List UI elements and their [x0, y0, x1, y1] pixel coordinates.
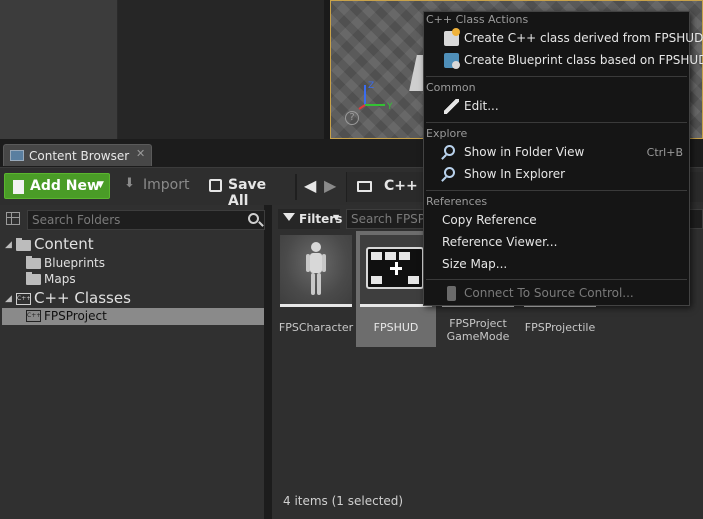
menu-separator	[426, 122, 687, 123]
folder-tree-panel: ◢ Content Blueprints Maps ◢ C++ C++ Clas…	[0, 205, 268, 519]
viewport-left-panel	[0, 0, 118, 139]
import-button[interactable]: ⬇ Import	[122, 176, 192, 198]
folder-icon	[26, 256, 41, 269]
toolbar-separator	[295, 174, 297, 200]
menu-separator	[426, 76, 687, 77]
asset-thumbnail	[360, 235, 432, 307]
tree-item-label: Blueprints	[44, 256, 106, 270]
add-new-label: Add New	[30, 178, 100, 194]
import-label: Import	[143, 177, 190, 193]
asset-tile-fpscharacter[interactable]: FPSCharacter	[276, 231, 356, 347]
asset-name: FPSProject GameMode	[446, 317, 510, 343]
filters-button[interactable]: Filters ▼	[278, 209, 342, 229]
search-icon[interactable]	[248, 213, 259, 224]
viewport-preview-panel	[118, 0, 324, 139]
character-mannequin-icon	[306, 242, 326, 295]
add-new-button[interactable]: Add New ▼	[4, 173, 110, 199]
menu-item-label: Size Map...	[442, 257, 508, 271]
close-icon[interactable]: ✕	[136, 147, 145, 160]
help-icon[interactable]: ?	[345, 111, 359, 125]
hud-class-icon	[366, 247, 424, 289]
menu-heading-class-actions: C++ Class Actions	[426, 13, 529, 26]
tree-item-maps[interactable]: Maps	[2, 271, 264, 288]
filter-icon	[283, 213, 295, 221]
menu-separator	[426, 279, 687, 280]
menu-item-label: Create Blueprint class based on FPSHUD	[464, 53, 703, 67]
tree-item-content[interactable]: ◢ Content	[2, 235, 264, 254]
menu-item-shortcut: Ctrl+B	[646, 146, 683, 159]
folder-icon	[357, 181, 372, 192]
menu-item-label: Show in Folder View	[464, 145, 585, 159]
sources-panel-icon[interactable]	[6, 212, 20, 225]
context-menu: C++ Class Actions Create C++ class deriv…	[423, 11, 703, 306]
plug-icon	[447, 286, 456, 301]
menu-item-show-in-folder-view[interactable]: Show in Folder View Ctrl+B	[426, 142, 687, 163]
arrow-right-icon: ▶	[324, 176, 337, 195]
tab-content-browser[interactable]: Content Browser ✕	[3, 144, 152, 166]
search-icon	[444, 145, 455, 156]
cpp-classes-icon: C++	[16, 293, 31, 305]
edit-icon	[444, 99, 459, 114]
folder-search-box[interactable]	[27, 210, 265, 230]
menu-separator	[426, 190, 687, 191]
menu-item-size-map[interactable]: Size Map...	[426, 254, 687, 275]
menu-item-label: Reference Viewer...	[442, 235, 558, 249]
expand-arrow-icon[interactable]: ◢	[5, 240, 12, 250]
asset-name: FPSProjectile	[524, 321, 596, 334]
menu-item-create-cpp-class[interactable]: Create C++ class derived from FPSHUD	[426, 28, 703, 49]
asset-thumbnail	[280, 235, 352, 307]
search-icon	[444, 167, 455, 178]
tree-item-label: C++ Classes	[34, 289, 131, 307]
back-button[interactable]: ◀	[304, 176, 316, 195]
menu-item-reference-viewer[interactable]: Reference Viewer...	[426, 232, 687, 253]
asset-name: FPSHUD	[373, 321, 419, 334]
chevron-down-icon: ▼	[97, 180, 104, 190]
tree-item-label: Maps	[44, 272, 76, 286]
menu-item-label: Create C++ class derived from FPSHUD	[464, 31, 703, 45]
menu-item-show-in-explorer[interactable]: Show In Explorer	[426, 164, 687, 185]
item-count-status: 4 items (1 selected)	[283, 494, 404, 508]
blueprint-class-icon	[444, 53, 460, 69]
menu-item-copy-reference[interactable]: Copy Reference	[426, 210, 687, 231]
folder-icon	[26, 272, 41, 285]
axis-z-label: Z	[368, 81, 374, 91]
cpp-folder-icon: C++	[26, 310, 41, 322]
menu-item-connect-source-control[interactable]: Connect To Source Control...	[426, 283, 687, 304]
asset-name: FPSCharacter	[278, 321, 354, 334]
tab-label: Content Browser	[29, 149, 130, 163]
axis-y-label: Y	[386, 102, 393, 112]
menu-item-edit[interactable]: Edit...	[426, 96, 687, 117]
content-browser-icon	[10, 150, 24, 161]
menu-heading-explore: Explore	[426, 127, 468, 140]
save-all-button[interactable]: Save All	[207, 176, 287, 209]
menu-item-create-blueprint-class[interactable]: Create Blueprint class based on FPSHUD	[426, 50, 703, 71]
save-icon	[209, 179, 222, 192]
menu-item-label: Edit...	[464, 99, 499, 113]
tree-item-fpsproject[interactable]: C++ FPSProject	[2, 308, 264, 325]
chevron-down-icon: ▼	[333, 213, 340, 222]
menu-item-label: Copy Reference	[442, 213, 537, 227]
tree-item-blueprints[interactable]: Blueprints	[2, 255, 264, 272]
menu-heading-common: Common	[426, 81, 476, 94]
arrow-left-icon: ◀	[304, 176, 317, 195]
cpp-class-icon	[444, 28, 460, 46]
tree-item-cpp-classes[interactable]: ◢ C++ C++ Classes	[2, 289, 264, 308]
menu-heading-references: References	[426, 195, 488, 208]
tree-item-label: FPSProject	[44, 309, 107, 323]
tree-item-label: Content	[34, 235, 94, 253]
menu-item-label: Show In Explorer	[464, 167, 566, 181]
forward-button[interactable]: ▶	[324, 176, 336, 195]
import-icon: ⬇	[124, 176, 135, 191]
expand-arrow-icon[interactable]: ◢	[5, 294, 12, 304]
menu-item-label: Connect To Source Control...	[464, 286, 634, 300]
axis-gizmo-icon: Z Y	[358, 81, 393, 112]
folder-icon	[16, 238, 31, 251]
new-document-icon	[13, 180, 24, 194]
folder-search-input[interactable]	[32, 212, 242, 228]
